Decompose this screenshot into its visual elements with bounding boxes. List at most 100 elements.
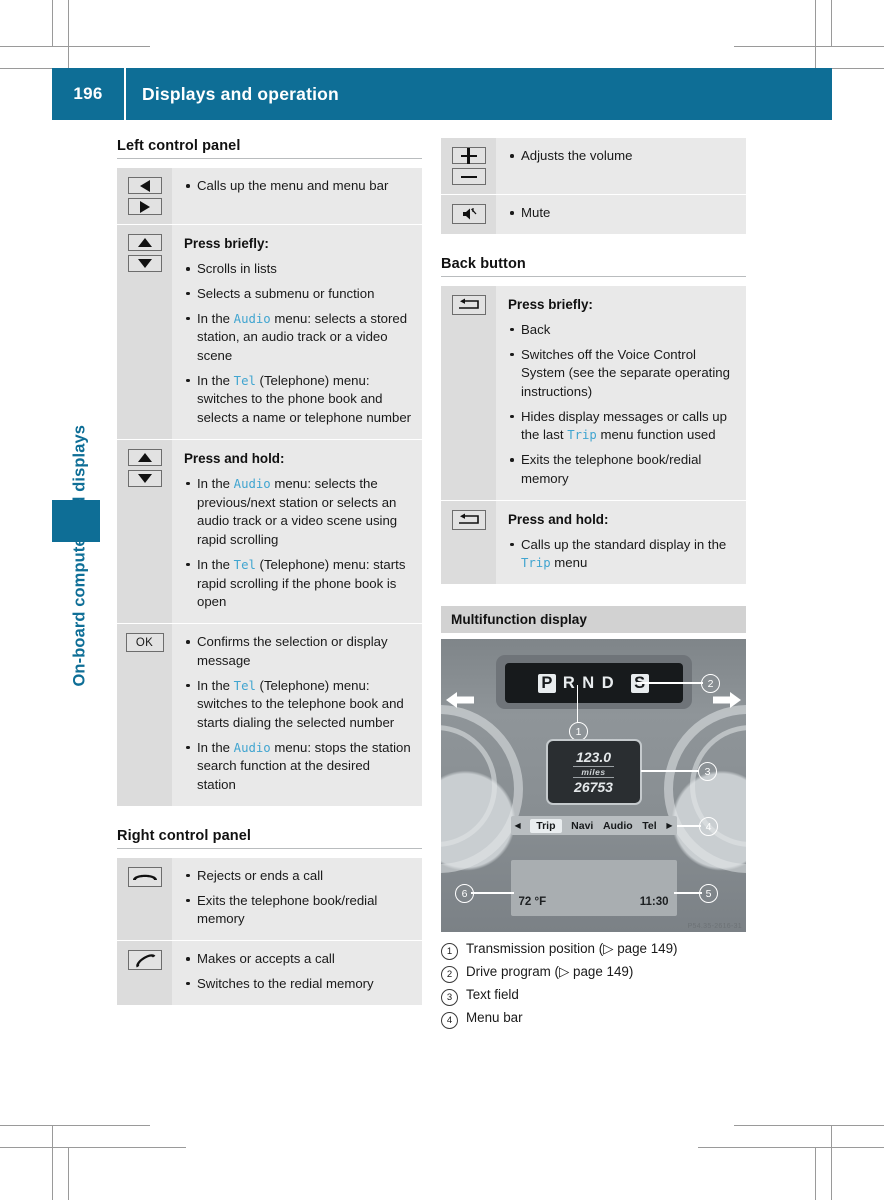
section-title-multifunction-display: Multifunction display	[441, 606, 746, 634]
back-arrow-glyph	[458, 298, 479, 310]
phone-pickup-icon[interactable]	[127, 950, 162, 971]
menu-item-trip[interactable]: Trip	[530, 818, 562, 833]
left-column: Left control panel Calls up the menu and…	[117, 138, 422, 1005]
list-item: Confirms the selection or display messag…	[184, 633, 412, 670]
phone-pickup-glyph	[135, 954, 155, 968]
section-rule	[441, 275, 746, 277]
table-row: Press and hold: In the Audio menu: selec…	[117, 438, 422, 624]
legend-item: 2 Drive program (▷ page 149)	[441, 964, 746, 984]
callout-line-1	[577, 685, 579, 724]
menu-arrow-right-icon[interactable]: ▶	[666, 821, 672, 830]
icon-cell	[117, 225, 172, 439]
legend-text: Drive program (▷ page 149)	[466, 964, 634, 980]
list-item: Switches to the redial memory	[184, 975, 412, 994]
legend-item: 3 Text field	[441, 987, 746, 1007]
menu-name-audio: Audio	[233, 311, 271, 326]
crop-mark	[0, 1147, 186, 1148]
crop-mark	[52, 0, 53, 46]
text-cell: Makes or accepts a call Switches to the …	[172, 941, 422, 1004]
legend-number: 1	[441, 943, 458, 961]
crop-mark	[831, 0, 832, 46]
menu-item-tel[interactable]: Tel	[642, 820, 656, 832]
callout-line-2	[637, 682, 703, 684]
text-cell: Calls up the menu and menu bar	[172, 168, 422, 224]
minus-icon[interactable]	[451, 168, 486, 185]
row-heading: Press briefly:	[508, 296, 593, 312]
bullet-list: Makes or accepts a call Switches to the …	[184, 950, 412, 993]
table-row: Calls up the menu and menu bar	[117, 168, 422, 224]
back-arrow-icon[interactable]	[451, 509, 486, 530]
bullet-list: Back Switches off the Voice Control Syst…	[508, 321, 736, 489]
crop-mark	[815, 0, 816, 68]
gear-letter-n: N	[582, 673, 595, 692]
menu-name-trip: Trip	[567, 428, 597, 443]
table-row: Makes or accepts a call Switches to the …	[117, 940, 422, 1005]
triangle-down-icon[interactable]	[127, 469, 162, 487]
menu-item-navi[interactable]: Navi	[571, 820, 593, 832]
triangle-down-icon[interactable]	[127, 255, 162, 272]
icon-cell	[441, 285, 496, 500]
bullet-list: Mute	[508, 204, 736, 223]
chapter-tab-marker	[52, 500, 100, 542]
bullet-list: Calls up the menu and menu bar	[184, 177, 412, 196]
phone-hangup-glyph	[132, 875, 157, 881]
crop-mark	[734, 1125, 884, 1126]
triangle-right-icon[interactable]	[127, 198, 162, 215]
back-button-table: Press briefly: Back Switches off the Voi…	[441, 285, 746, 585]
row-heading: Press and hold:	[508, 511, 609, 527]
crop-mark	[0, 46, 150, 47]
crop-mark	[68, 0, 69, 68]
section-rule	[117, 158, 422, 159]
status-bar-display: 72 °F 11:30	[510, 860, 677, 917]
icon-cell	[117, 857, 172, 941]
mute-icon[interactable]	[451, 204, 486, 224]
menu-item-audio[interactable]: Audio	[603, 820, 633, 832]
icon-cell	[117, 168, 172, 224]
bullet-list: Calls up the standard display in the Tri…	[508, 536, 736, 573]
triangle-up-icon[interactable]	[127, 448, 162, 466]
triangle-up-icon[interactable]	[127, 234, 162, 251]
text-cell: Mute	[496, 195, 746, 234]
image-watermark: P54.35-2616-31	[687, 923, 742, 931]
list-item: In the Tel (Telephone) menu: switches to…	[184, 677, 412, 733]
ok-button-icon[interactable]: OK	[125, 633, 164, 653]
table-row: Press and hold: Calls up the standard di…	[441, 499, 746, 585]
menu-name-audio: Audio	[233, 476, 271, 491]
legend-item: 1 Transmission position (▷ page 149)	[441, 941, 746, 961]
table-row: Mute	[441, 194, 746, 234]
list-item: Calls up the menu and menu bar	[184, 177, 412, 196]
triangle-left-icon[interactable]	[127, 177, 162, 194]
icon-cell	[441, 195, 496, 234]
list-item: Selects a submenu or function	[184, 285, 412, 304]
phone-hangup-icon[interactable]	[127, 866, 162, 887]
text-cell: Press briefly: Scrolls in lists Selects …	[172, 225, 422, 439]
list-item: In the Audio menu: stops the station sea…	[184, 739, 412, 795]
crop-mark	[52, 1125, 53, 1200]
table-row: Press briefly: Back Switches off the Voi…	[441, 285, 746, 500]
bullet-list: Scrolls in lists Selects a submenu or fu…	[184, 260, 412, 428]
instrument-cluster-image: P R N D S 1 2 123.0 miles 26753 3 ◀ Trip	[441, 639, 746, 933]
icon-cell	[117, 439, 172, 624]
menu-bar-display: ◀ Trip Navi Audio Tel ▶	[510, 816, 677, 836]
callout-4: 4	[699, 817, 718, 837]
gear-letter-r: R	[562, 673, 576, 692]
chapter-side-tab: On-board computer and displays	[52, 155, 100, 715]
page-number: 196	[73, 84, 103, 103]
list-item: Switches off the Voice Control System (s…	[508, 346, 736, 402]
page-title: Displays and operation	[142, 83, 339, 104]
list-item: Calls up the standard display in the Tri…	[508, 536, 736, 573]
right-control-panel-table: Rejects or ends a call Exits the telepho…	[117, 857, 422, 1005]
mute-glyph	[462, 208, 476, 220]
legend-text: Menu bar	[466, 1010, 523, 1026]
plus-icon[interactable]	[451, 147, 486, 164]
back-arrow-icon[interactable]	[451, 294, 486, 315]
callout-3: 3	[698, 762, 717, 782]
callout-line-5	[674, 892, 702, 894]
bullet-list: Rejects or ends a call Exits the telepho…	[184, 867, 412, 929]
text-field-display: 123.0 miles 26753	[545, 739, 642, 806]
menu-name-trip: Trip	[521, 556, 551, 571]
legend-text: Transmission position (▷ page 149)	[466, 941, 678, 957]
menu-arrow-left-icon[interactable]: ◀	[515, 821, 521, 830]
